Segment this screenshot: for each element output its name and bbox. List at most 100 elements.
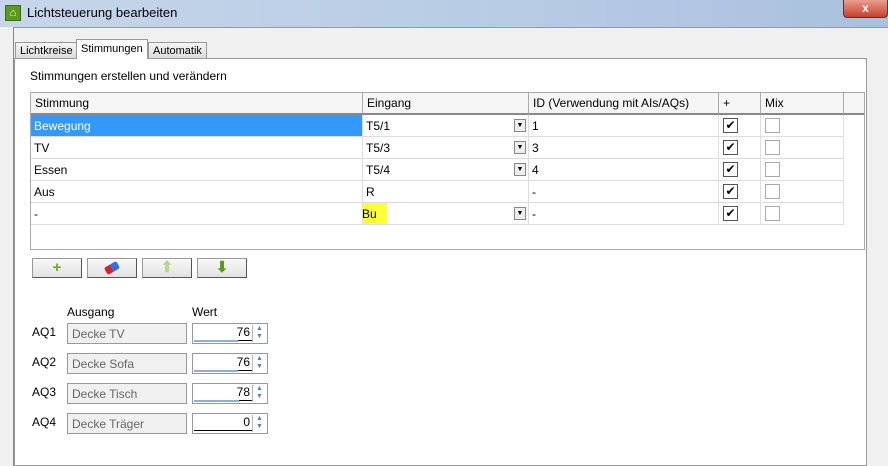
cell-eingang[interactable]: T5/1 ▼ [363,115,529,137]
cell-stimmung[interactable]: TV [31,137,363,159]
move-up-button[interactable]: ⬆ [142,258,192,278]
cell-mix [761,115,844,137]
cell-stimmung-text: Bewegung [34,119,91,133]
output-label: AQ4 [32,415,57,429]
cell-eingang[interactable]: Bu ▼ [363,203,529,225]
eraser-icon [103,261,121,275]
output-label: AQ2 [32,355,57,369]
cell-eingang-text: T5/1 [366,119,391,133]
cell-id-text: - [532,207,536,221]
cell-plus: ✔ [719,159,761,181]
mix-checkbox[interactable] [765,118,780,133]
mix-checkbox[interactable] [765,184,780,199]
dropdown-arrow-icon[interactable]: ▼ [514,119,526,132]
header-plus[interactable]: + [719,93,761,115]
dropdown-arrow-icon[interactable]: ▼ [514,141,526,154]
mix-checkbox[interactable] [765,162,780,177]
header-eingang[interactable]: Eingang [363,93,529,115]
plus-checkbox[interactable]: ✔ [723,140,738,155]
close-button[interactable]: x [843,0,888,18]
wert-spinner[interactable]: 76 ▲ ▼ [192,323,268,344]
cell-id[interactable]: 4 [529,159,719,181]
section-title: Stimmungen erstellen und verändern [30,69,227,83]
output-name-field[interactable]: Decke TV [67,323,187,344]
delete-button[interactable] [87,258,137,278]
output-name-field[interactable]: Decke Tisch [67,383,187,404]
plus-icon: + [52,259,62,276]
plus-checkbox[interactable]: ✔ [723,162,738,177]
stimmungen-table: Stimmung Eingang ID (Verwendung mit AIs/… [30,92,865,250]
output-name-field[interactable]: Decke Träger [67,413,187,434]
tab-stimmungen[interactable]: Stimmungen [76,39,148,59]
output-name-field[interactable]: Decke Sofa [67,353,187,374]
wert-spinner[interactable]: 0 ▲ ▼ [192,413,268,434]
dropdown-arrow-icon[interactable]: ▼ [514,207,526,220]
header-stimmung[interactable]: Stimmung [31,93,363,115]
cell-id[interactable]: 1 [529,115,719,137]
cell-id-text: - [532,185,536,199]
spin-arrows-icon[interactable]: ▲ ▼ [252,415,266,432]
cell-eingang-text: Bu [363,203,387,224]
mix-checkbox[interactable] [765,206,780,221]
cell-id-text: 3 [532,141,539,155]
wert-level-bar [194,400,240,402]
mix-checkbox[interactable] [765,140,780,155]
ausgang-header: Ausgang [67,305,115,319]
tab-lichtkreise[interactable]: Lichtkreise [15,42,78,59]
cell-mix [761,159,844,181]
header-filler [844,93,864,115]
output-label: AQ3 [32,385,57,399]
cell-mix [761,181,844,203]
wert-value[interactable]: 78 [194,385,252,401]
header-id[interactable]: ID (Verwendung mit AIs/AQs) [529,93,719,115]
cell-eingang-text: R [366,185,375,199]
cell-stimmung-text: Aus [34,185,55,199]
spin-arrows-icon[interactable]: ▲ ▼ [252,355,266,372]
cell-eingang[interactable]: T5/4 ▼ [363,159,529,181]
header-mix[interactable]: Mix [761,93,844,115]
wert-spinner[interactable]: 78 ▲ ▼ [192,383,268,404]
spin-arrows-icon[interactable]: ▲ ▼ [252,325,266,342]
wert-value[interactable]: 76 [194,355,252,371]
spin-arrows-icon[interactable]: ▲ ▼ [252,385,266,402]
add-button[interactable]: + [32,258,82,278]
wert-value[interactable]: 76 [194,325,252,341]
cell-mix [761,137,844,159]
cell-stimmung[interactable]: - [31,203,363,225]
app-home-icon: ⌂ [5,5,21,21]
tab-automatik[interactable]: Automatik [148,42,207,59]
cell-eingang[interactable]: R [363,181,529,203]
arrow-up-icon: ⬆ [160,259,174,276]
cell-plus: ✔ [719,181,761,203]
cell-plus: ✔ [719,115,761,137]
output-label: AQ1 [32,325,57,339]
wert-level-bar [194,370,239,372]
cell-id-text: 1 [532,119,539,133]
cell-id[interactable]: 3 [529,137,719,159]
cell-stimmung[interactable]: Essen [31,159,363,181]
cell-id-text: 4 [532,163,539,177]
cell-id[interactable]: - [529,181,719,203]
cell-plus: ✔ [719,203,761,225]
arrow-down-icon: ⬇ [215,259,229,276]
cell-stimmung[interactable]: Aus [31,181,363,203]
cell-mix [761,203,844,225]
cell-stimmung-text: Essen [34,163,68,177]
wert-value[interactable]: 0 [194,415,252,431]
wert-spinner[interactable]: 76 ▲ ▼ [192,353,268,374]
cell-stimmung-text: - [34,207,38,221]
cell-eingang-text: T5/3 [366,141,391,155]
plus-checkbox[interactable]: ✔ [723,118,738,133]
cell-plus: ✔ [719,137,761,159]
cell-stimmung[interactable]: Bewegung [31,115,363,137]
plus-checkbox[interactable]: ✔ [723,184,738,199]
cell-id[interactable]: - [529,203,719,225]
cell-eingang[interactable]: T5/3 ▼ [363,137,529,159]
cell-eingang-text: T5/4 [366,163,391,177]
wert-header: Wert [192,305,218,319]
plus-checkbox[interactable]: ✔ [723,206,738,221]
move-down-button[interactable]: ⬇ [197,258,247,278]
dropdown-arrow-icon[interactable]: ▼ [514,163,526,176]
cell-stimmung-text: TV [34,141,50,155]
window-title: Lichtsteuerung bearbeiten [27,5,178,20]
